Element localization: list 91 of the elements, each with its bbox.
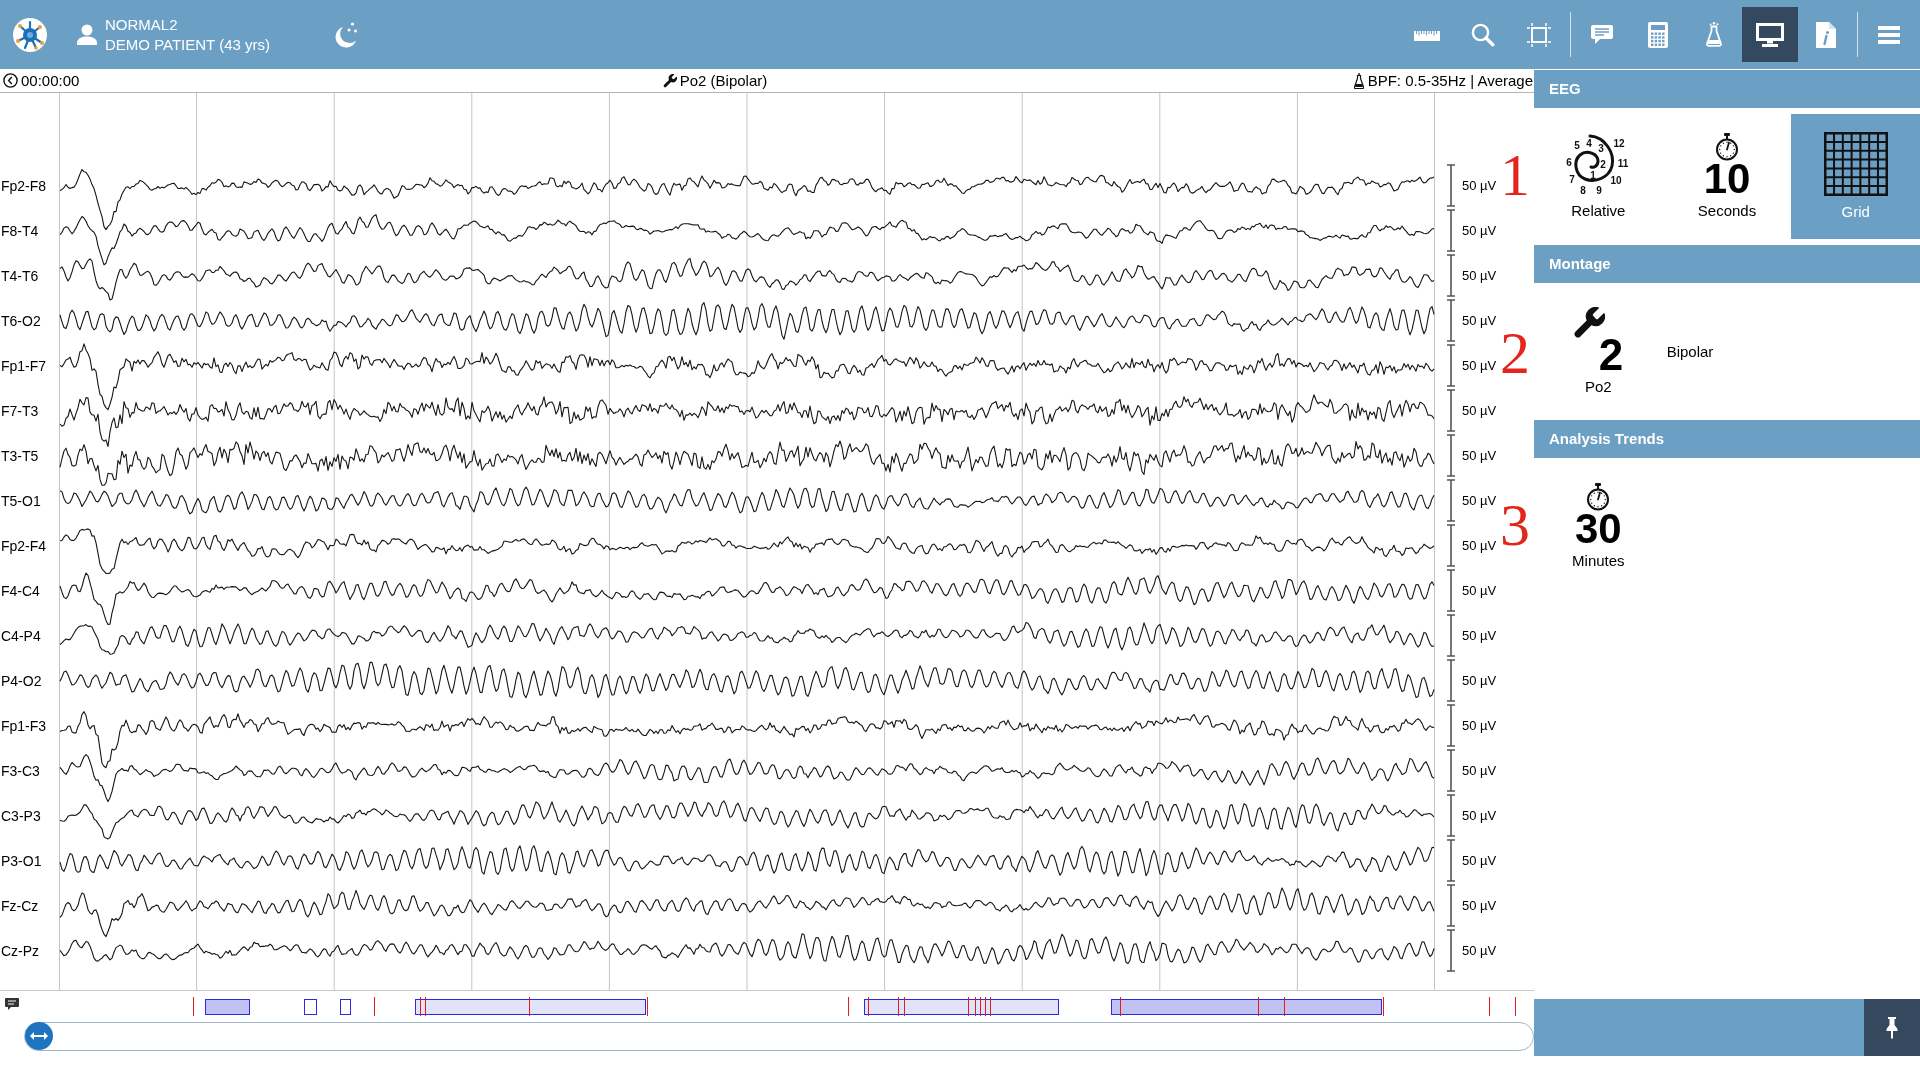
amplitude-scale-label: 50 µV: [1462, 402, 1497, 419]
amplitude-scale-label: 50 µV: [1462, 492, 1497, 509]
pin-icon: [1886, 1016, 1898, 1039]
amplitude-scale-label: 50 µV: [1462, 852, 1497, 869]
channel-label: Fp1-F3: [0, 716, 47, 735]
scale-bar-icon: [1446, 659, 1456, 702]
channel-label: F7-T3: [0, 401, 39, 420]
amplitude-scale-label: 50 µV: [1462, 447, 1497, 464]
scale-bar-icon: [1446, 839, 1456, 882]
section-header: EEG: [1534, 70, 1920, 108]
wrench-icon: [1573, 307, 1606, 339]
elapsed-time: 00:00:00: [21, 71, 80, 90]
filter-settings: BPF: 0.5-35Hz | Average: [1367, 71, 1533, 90]
search-icon: [1471, 22, 1495, 47]
wrench-icon: [662, 73, 677, 88]
channel-label: C3-P3: [0, 806, 41, 825]
grid-icon: [1823, 132, 1888, 196]
channel-label: Fp1-F7: [0, 356, 47, 375]
amplitude-scale-label: 50 µV: [1462, 312, 1497, 329]
info-document-icon: [1816, 21, 1836, 48]
channel-label: P3-O1: [0, 851, 42, 870]
channel-label: Fz-Cz: [0, 896, 39, 915]
timeline-handle[interactable]: [25, 1022, 53, 1050]
channel-label: T6-O2: [0, 311, 41, 330]
display-button[interactable]: [1742, 7, 1798, 62]
channel-label: Cz-Pz: [0, 941, 40, 960]
channel-label: F3-C3: [0, 761, 40, 780]
callout-number: 3: [1500, 495, 1530, 555]
amplitude-scale-label: 50 µV: [1462, 582, 1497, 599]
amplitude-scale-label: 50 µV: [1462, 762, 1497, 779]
amplitude-scale-label: 50 µV: [1462, 942, 1497, 959]
flask-icon: [1353, 72, 1364, 89]
scale-bar-icon: [1446, 929, 1456, 972]
amplitude-scale-label: 50 µV: [1462, 717, 1497, 734]
channel-label: T3-T5: [0, 446, 39, 465]
flask-icon: [1706, 21, 1722, 48]
user-icon: [77, 24, 97, 45]
double-arrow-icon: [30, 1031, 48, 1041]
scale-bar-icon: [1446, 884, 1456, 927]
scale-bar-icon: [1446, 749, 1456, 792]
amplitude-scale-label: 50 µV: [1462, 897, 1497, 914]
amplitude-scale-label: 50 µV: [1462, 627, 1497, 644]
callout-number: 2: [1500, 323, 1530, 383]
channel-label: T4-T6: [0, 266, 39, 285]
speech-bubble-icon: [1591, 24, 1613, 45]
amplitude-scale-label: 50 µV: [1462, 357, 1497, 374]
moon-stars-icon: [333, 21, 359, 48]
scale-bar-icon: [1446, 569, 1456, 612]
pin-button[interactable]: [1864, 999, 1920, 1056]
patient-details: DEMO PATIENT (43 yrs): [105, 34, 270, 55]
section-header: Analysis Trends: [1534, 420, 1920, 458]
callout-number: 1: [1500, 145, 1530, 205]
scale-bar-icon: [1446, 614, 1456, 657]
scale-bar-icon: [1446, 479, 1456, 522]
scale-bar-icon: [1446, 794, 1456, 837]
section-header: Montage: [1534, 245, 1920, 283]
scale-bar-icon: [1446, 209, 1456, 252]
logo-icon: [13, 17, 47, 52]
scale-bar-icon: [1446, 389, 1456, 432]
amplitude-scale-label: 50 µV: [1462, 807, 1497, 824]
scale-bar-icon: [1446, 434, 1456, 477]
channel-label: T5-O1: [0, 491, 41, 510]
scale-bar-icon: [1446, 254, 1456, 297]
scale-bar-icon: [1446, 164, 1456, 207]
stopwatch-icon: [1586, 483, 1611, 511]
ruler-icon: [1414, 28, 1440, 41]
channel-label: C4-P4: [0, 626, 41, 645]
montage-type: Bipolar: [1666, 342, 1714, 361]
channel-label: P4-O2: [0, 671, 42, 690]
stopwatch-icon: [1715, 133, 1739, 161]
scale-bar-icon: [1446, 344, 1456, 387]
channel-label: Fp2-F8: [0, 176, 47, 195]
amplitude-scale-label: 50 µV: [1462, 267, 1497, 284]
amplitude-scale-label: 50 µV: [1462, 177, 1497, 194]
channel-label: F8-T4: [0, 221, 39, 240]
scale-bar-icon: [1446, 299, 1456, 342]
channel-label: F4-C4: [0, 581, 40, 600]
monitor-icon: [1756, 22, 1784, 47]
comment-icon[interactable]: [5, 997, 19, 1010]
calculator-icon: [1648, 21, 1668, 48]
amplitude-scale-label: 50 µV: [1462, 537, 1497, 554]
amplitude-scale-label: 50 µV: [1462, 672, 1497, 689]
amplitude-scale-label: 50 µV: [1462, 222, 1497, 239]
scale-bar-icon: [1446, 524, 1456, 567]
clock-icon: [3, 73, 18, 88]
crop-icon: [1527, 22, 1551, 47]
scale-bar-icon: [1446, 704, 1456, 747]
menu-icon: [1878, 24, 1900, 45]
channel-label: Fp2-F4: [0, 536, 47, 555]
montage-name: Po2 (Bipolar): [679, 71, 768, 90]
patient-name: NORMAL2: [105, 14, 178, 35]
